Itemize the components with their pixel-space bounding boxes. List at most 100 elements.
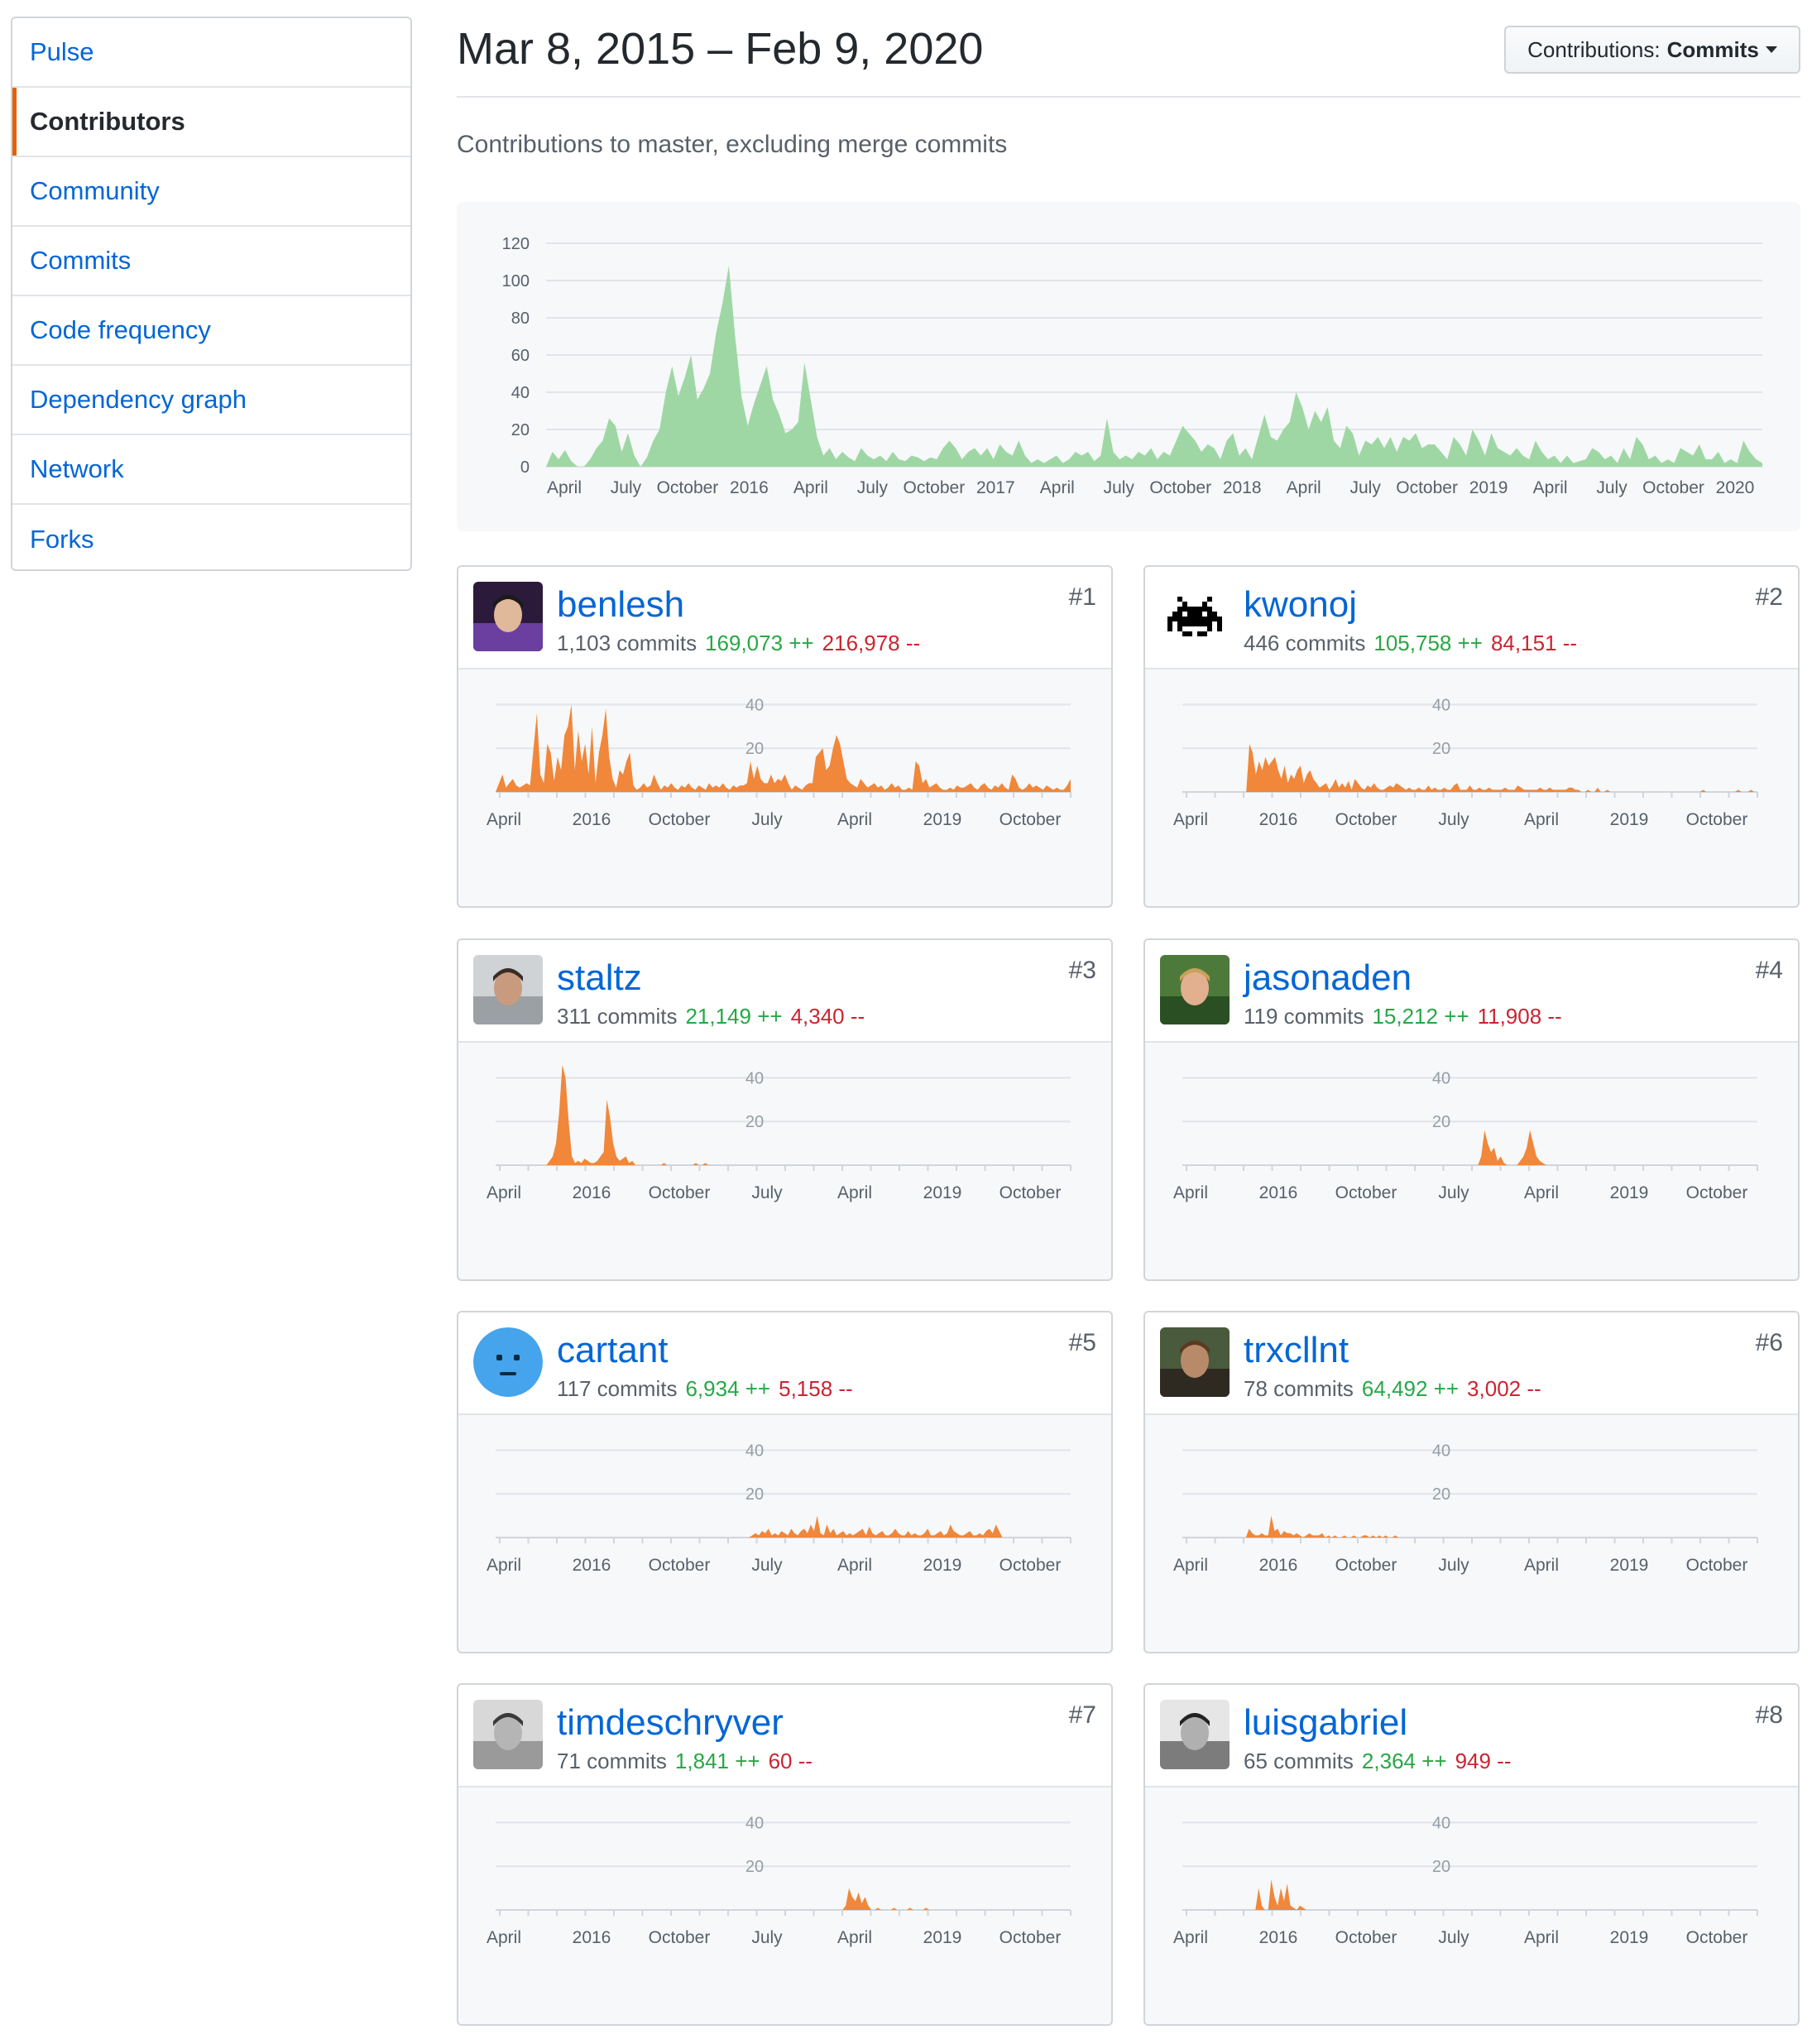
sidebar-item-label: Code frequency — [30, 315, 211, 344]
contributor-activity-chart: 20 40 April 2016 October July April 2019 October — [1173, 1814, 1758, 1947]
contributor-activity-chart: 20 40 April 2016 October July April 2019 October — [487, 1442, 1071, 1575]
commit-count: 1,103 commits — [557, 631, 697, 655]
sidebar-item-dependency-graph[interactable]: Dependency graph — [12, 366, 410, 435]
caret-down-icon — [1765, 46, 1777, 53]
contributor-card: trxcllnt 78 commits 64,492 ++ 3,002 -- #6 20 4… — [1143, 1311, 1800, 1653]
header-divider — [457, 96, 1800, 98]
contributor-card-header: timdeschryver 71 commits 1,841 ++ 60 -- #7 — [458, 1685, 1111, 1787]
deletions-count: 5,158 -- — [779, 1376, 853, 1401]
x-tick-label: October — [999, 1183, 1062, 1202]
overall-contributions-chart: 0 20 40 60 80 100 120 April July October 2016 April… — [457, 202, 1800, 531]
contributor-activity-chart: 20 40 April 2016 October July April 2019 October — [1173, 1442, 1758, 1575]
sidebar-item-commits[interactable]: Commits — [12, 227, 410, 296]
deletions-count: 4,340 -- — [790, 1004, 865, 1029]
contributor-username-link[interactable]: timdeschryver — [557, 1701, 784, 1744]
x-tick-label: 2019 — [1610, 810, 1649, 829]
photo-avatar[interactable] — [1160, 1327, 1230, 1397]
y-tick-label: 40 — [1432, 1814, 1450, 1832]
x-tick-label: July — [751, 1928, 783, 1947]
contributor-card: cartant 117 commits 6,934 ++ 5,158 -- #5 20 40… — [457, 1311, 1113, 1653]
sidebar-item-label: Forks — [30, 525, 94, 554]
y-tick-label: 60 — [511, 347, 530, 365]
commits-area — [546, 266, 1762, 467]
contributor-card: staltz 311 commits 21,149 ++ 4,340 -- #3 20 40… — [457, 938, 1113, 1281]
additions-count: 2,364 ++ — [1361, 1749, 1447, 1773]
sidebar-item-contributors[interactable]: Contributors — [12, 88, 410, 157]
contributor-stats: 446 commits 105,758 ++ 84,151 -- — [1244, 630, 1577, 656]
invader-avatar[interactable] — [1160, 582, 1230, 651]
contributor-stats: 117 commits 6,934 ++ 5,158 -- — [557, 1375, 853, 1402]
x-tick-label: 2016 — [730, 478, 769, 497]
commits-area — [496, 1064, 1071, 1165]
contributor-username-link[interactable]: cartant — [557, 1329, 669, 1372]
x-tick-label: 2019 — [1469, 478, 1508, 497]
deletions-count: 60 -- — [768, 1749, 813, 1773]
x-tick-label: October — [903, 478, 965, 497]
commit-count: 78 commits — [1244, 1376, 1354, 1401]
photo-avatar[interactable] — [473, 1700, 543, 1769]
y-tick-label: 20 — [745, 1485, 764, 1504]
x-tick-label: July — [1438, 1556, 1469, 1575]
y-tick-label: 40 — [1432, 1069, 1450, 1087]
photo-avatar[interactable] — [1160, 1700, 1230, 1769]
emoji-avatar[interactable] — [473, 1327, 543, 1397]
contributor-rank: #6 — [1755, 1329, 1783, 1356]
contributor-card-header: benlesh 1,103 commits 169,073 ++ 216,978 --… — [458, 567, 1111, 669]
x-tick-label: July — [857, 478, 889, 497]
contributor-card-header: kwonoj 446 commits 105,758 ++ 84,151 -- #2 — [1145, 567, 1798, 669]
sidebar-item-label: Contributors — [30, 107, 185, 136]
sidebar-item-code-frequency[interactable]: Code frequency — [12, 296, 410, 366]
commits-area — [496, 1888, 1071, 1910]
contributor-username-link[interactable]: kwonoj — [1244, 583, 1357, 626]
contributor-rank: #2 — [1755, 583, 1783, 611]
sidebar-item-forks[interactable]: Forks — [12, 505, 410, 574]
x-tick-label: October — [999, 1928, 1062, 1947]
y-tick-label: 20 — [1432, 1113, 1450, 1131]
contributor-activity-chart: 20 40 April 2016 October July April 2019 October — [487, 1814, 1071, 1947]
x-tick-label: October — [649, 1928, 711, 1947]
x-tick-label: 2016 — [1259, 1183, 1298, 1202]
deletions-count: 949 -- — [1455, 1749, 1512, 1773]
x-tick-label: 2016 — [1259, 1928, 1298, 1947]
x-tick-label: April — [547, 478, 582, 497]
y-tick-label: 20 — [745, 1113, 764, 1131]
photo-avatar[interactable] — [473, 955, 543, 1024]
contributor-username-link[interactable]: luisgabriel — [1244, 1701, 1407, 1744]
sidebar-item-label: Commits — [30, 246, 132, 275]
contributor-username-link[interactable]: benlesh — [557, 583, 684, 626]
contributor-activity-chart: 20 40 April 2016 October July April 2019 October — [487, 696, 1071, 829]
x-tick-label: April — [793, 478, 828, 497]
x-tick-label: October — [1335, 1183, 1397, 1202]
chart-subtitle: Contributions to master, excluding merge… — [457, 131, 1008, 158]
x-tick-label: April — [1173, 1183, 1208, 1202]
x-tick-label: 2016 — [573, 810, 611, 829]
x-tick-label: 2019 — [923, 810, 962, 829]
contributor-rank: #3 — [1068, 957, 1096, 984]
contributor-stats: 1,103 commits 169,073 ++ 216,978 -- — [557, 630, 920, 656]
x-tick-label: July — [1438, 810, 1469, 829]
contributor-username-link[interactable]: staltz — [557, 957, 642, 1000]
y-tick-label: 40 — [745, 1069, 764, 1087]
contributions-type-select[interactable]: Contributions: Commits — [1504, 26, 1800, 74]
x-tick-label: 2016 — [573, 1928, 611, 1947]
x-tick-label: April — [837, 1183, 872, 1202]
sidebar-item-pulse[interactable]: Pulse — [12, 18, 410, 88]
sidebar-item-label: Dependency graph — [30, 385, 247, 414]
y-tick-label: 20 — [1432, 1485, 1450, 1504]
photo-avatar[interactable] — [1160, 955, 1230, 1024]
x-tick-label: April — [837, 1556, 872, 1575]
x-tick-label: April — [487, 1928, 521, 1947]
contributions-select-value: Commits — [1666, 36, 1759, 62]
contributor-username-link[interactable]: jasonaden — [1244, 957, 1412, 1000]
x-tick-label: April — [1040, 478, 1075, 497]
x-tick-label: October — [999, 1556, 1062, 1575]
commit-count: 446 commits — [1244, 631, 1366, 655]
contributor-username-link[interactable]: trxcllnt — [1244, 1329, 1349, 1372]
sidebar-item-network[interactable]: Network — [12, 435, 410, 505]
commit-count: 117 commits — [557, 1376, 678, 1401]
sidebar-item-community[interactable]: Community — [12, 157, 410, 227]
x-tick-label: April — [1524, 1556, 1559, 1575]
x-tick-label: July — [1438, 1183, 1469, 1202]
contributor-rank: #8 — [1755, 1701, 1783, 1729]
photo-avatar[interactable] — [473, 582, 543, 651]
